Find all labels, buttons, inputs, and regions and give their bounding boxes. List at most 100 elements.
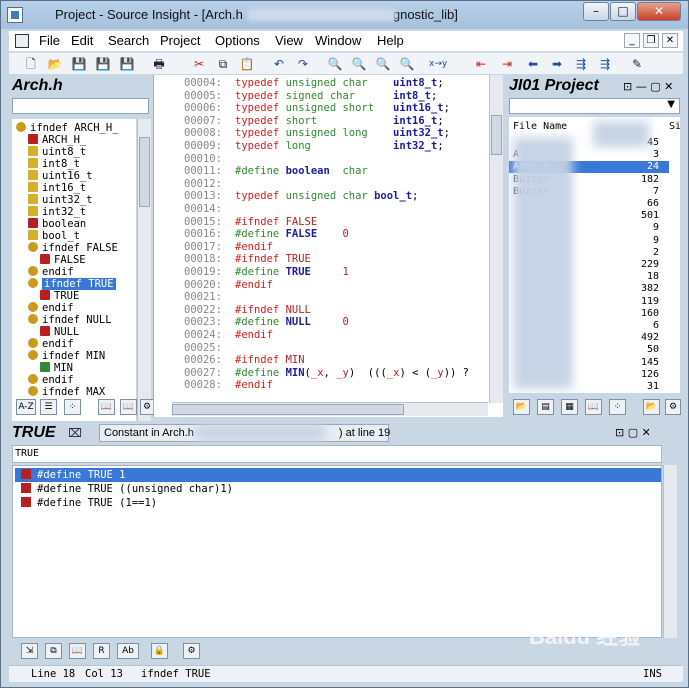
close-window-button[interactable]: ✕	[637, 2, 681, 21]
context-definition-list[interactable]: #define TRUE 1 #define TRUE ((unsigned ch…	[12, 465, 662, 638]
references-r-icon[interactable]: R	[93, 643, 110, 659]
lock-icon[interactable]: 🔒	[151, 643, 168, 659]
open-folder-icon[interactable]: 📂	[47, 56, 63, 72]
editor-hscroll-thumb[interactable]	[172, 404, 404, 415]
print-icon[interactable]: 🖶	[151, 56, 167, 72]
symbol-item[interactable]: ifndef ARCH_H_	[16, 122, 119, 134]
symbol-item[interactable]: bool_t	[28, 230, 80, 242]
new-file-icon[interactable]: 🗋	[23, 56, 39, 72]
cut-icon[interactable]: ✂	[191, 56, 207, 72]
go-forward-icon[interactable]: ➡	[549, 56, 565, 72]
highlight-icon[interactable]: ✎	[629, 56, 645, 72]
symbol-scroll-thumb[interactable]	[139, 137, 150, 207]
dropdown-arrow-icon[interactable]: ▼	[667, 99, 675, 110]
menu-view[interactable]: View	[275, 33, 303, 48]
find-next-icon[interactable]: 🔍	[375, 56, 391, 72]
menu-file[interactable]: File	[39, 33, 60, 48]
references-icon[interactable]: 📖	[120, 399, 137, 415]
symbol-item[interactable]: ifndef TRUE	[28, 278, 116, 290]
symbol-scrollbar[interactable]	[137, 119, 151, 438]
symbol-item[interactable]: endif	[28, 302, 74, 314]
search-files-icon[interactable]: 🔍	[399, 56, 415, 72]
redo-icon[interactable]: ↷	[295, 56, 311, 72]
menu-help[interactable]: Help	[377, 33, 404, 48]
save-as-icon[interactable]: 💾	[95, 56, 111, 72]
save-all-icon[interactable]: 💾	[119, 56, 135, 72]
project-file-filter[interactable]: ▼	[509, 98, 680, 114]
mdi-close-button[interactable]: ✕	[662, 33, 678, 48]
open-project-icon[interactable]: 📂	[643, 399, 660, 415]
symbol-item[interactable]: endif	[28, 338, 74, 350]
symbol-item[interactable]: uint32_t	[28, 194, 93, 206]
book-icon[interactable]: 📖	[69, 643, 86, 659]
editor-horizontal-scrollbar[interactable]	[172, 402, 488, 416]
undo-icon[interactable]: ↶	[271, 56, 287, 72]
context-panel-controls[interactable]: ⊡ ▢ ✕	[615, 426, 651, 439]
category-grid-icon[interactable]: ▦	[561, 399, 578, 415]
symbol-item[interactable]: ARCH_H_	[28, 134, 86, 146]
context-definition-row[interactable]: #define TRUE ((unsigned char)1)	[15, 482, 661, 496]
mdi-minimize-button[interactable]: _	[624, 33, 640, 48]
document-icon[interactable]	[15, 34, 29, 48]
maximize-window-button[interactable]: □	[610, 2, 636, 21]
settings-icon[interactable]: ⚙	[140, 399, 154, 415]
context-scrollbar[interactable]	[663, 465, 677, 638]
go-back-icon[interactable]: ⬅	[525, 56, 541, 72]
symbol-info-icon[interactable]: ⇶	[597, 56, 613, 72]
symbol-item[interactable]: endif	[28, 374, 74, 386]
list-view-icon[interactable]: ☰	[40, 399, 57, 415]
context-definition-row[interactable]: #define TRUE 1	[15, 468, 661, 482]
bookmark-forward-icon[interactable]: ⇥	[499, 56, 515, 72]
editor-vertical-scrollbar[interactable]	[489, 75, 503, 403]
menu-search[interactable]: Search	[108, 33, 149, 48]
symbols-by-category-icon[interactable]: ⁘	[609, 399, 626, 415]
menu-project[interactable]: Project	[160, 33, 200, 48]
title-bar[interactable]: Project - Source Insight - [Arch.h gnosti…	[1, 1, 688, 29]
symbol-item[interactable]: int8_t	[28, 158, 80, 170]
symbol-item[interactable]: endif	[28, 266, 74, 278]
symbol-filter-input[interactable]	[12, 98, 149, 114]
minimize-window-button[interactable]: –	[583, 2, 609, 21]
editor-scroll-thumb[interactable]	[491, 115, 502, 155]
file-name-column-header[interactable]: File Name	[513, 121, 567, 132]
mdi-restore-button[interactable]: ❐	[643, 33, 659, 48]
project-panel-controls[interactable]: ⊡ — ▢ ✕	[623, 80, 673, 93]
find-previous-icon[interactable]: 🔍	[351, 56, 367, 72]
category-view-icon[interactable]: ⁘	[64, 399, 81, 415]
size-column-header[interactable]: Si	[669, 121, 680, 132]
menu-window[interactable]: Window	[315, 33, 361, 48]
code-editor[interactable]: 00004: typedef unsigned char uint8_t; 000…	[153, 75, 503, 417]
jump-to-definition-icon[interactable]: ⇶	[573, 56, 589, 72]
sort-az-button[interactable]: A-Z	[16, 399, 36, 415]
context-lock-icon[interactable]: ⌧	[67, 425, 83, 441]
symbol-tree[interactable]: ifndef ARCH_H_ ARCH_H_ uint8_t int8_t uint16…	[12, 119, 136, 438]
symbol-item[interactable]: FALSE	[40, 254, 86, 266]
copy-context-icon[interactable]: ⧉	[45, 643, 62, 659]
symbol-item[interactable]: ifndef MIN	[28, 350, 105, 362]
symbol-item[interactable]: int16_t	[28, 182, 86, 194]
context-symbol-field[interactable]: TRUE	[12, 445, 662, 463]
find-icon[interactable]: 🔍	[327, 56, 343, 72]
menu-options[interactable]: Options	[215, 33, 260, 48]
copy-icon[interactable]: ⧉	[215, 56, 231, 72]
file-list-view-icon[interactable]: 📂	[513, 399, 530, 415]
symbol-item[interactable]: uint16_t	[28, 170, 93, 182]
symbol-list-icon[interactable]: 📖	[585, 399, 602, 415]
replace-icon[interactable]: x→y	[429, 56, 447, 72]
browse-icon[interactable]: 📖	[98, 399, 115, 415]
jump-icon[interactable]: ⇲	[21, 643, 38, 659]
font-icon[interactable]: Ab	[117, 643, 139, 659]
project-settings-icon[interactable]: ⚙	[665, 399, 681, 415]
menu-edit[interactable]: Edit	[71, 33, 93, 48]
symbol-item[interactable]: NULL	[40, 326, 79, 338]
symbol-item[interactable]: uint8_t	[28, 146, 86, 158]
symbol-item[interactable]: ifndef NULL	[28, 314, 112, 326]
symbol-item[interactable]: MIN	[40, 362, 73, 374]
symbol-item[interactable]: ifndef FALSE	[28, 242, 118, 254]
context-settings-icon[interactable]: ⚙	[183, 643, 200, 659]
symbol-item[interactable]: int32_t	[28, 206, 86, 218]
save-icon[interactable]: 💾	[71, 56, 87, 72]
detail-view-icon[interactable]: ▤	[537, 399, 554, 415]
symbol-item[interactable]: TRUE	[40, 290, 79, 302]
symbol-item[interactable]: boolean	[28, 218, 86, 230]
